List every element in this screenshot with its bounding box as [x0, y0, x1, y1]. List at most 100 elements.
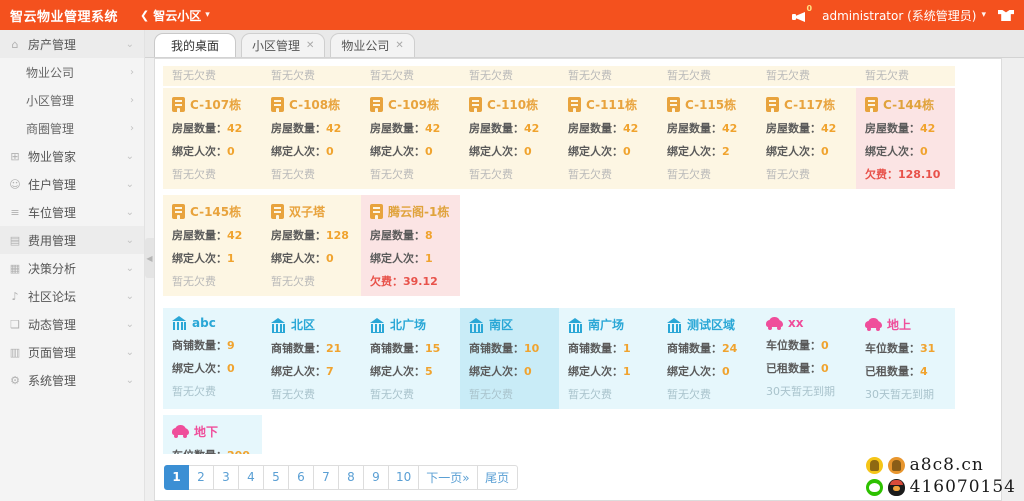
sidebar-item-10[interactable]: ❑ 动态管理 ⌄	[0, 310, 144, 338]
page-button-1[interactable]: 1	[164, 464, 189, 490]
page-button-2[interactable]: 2	[189, 464, 214, 490]
clipped-card[interactable]: 暂无欠费	[163, 66, 262, 86]
clipped-card[interactable]: 暂无欠费	[361, 66, 460, 86]
tab-2[interactable]: 物业公司 ✕	[330, 33, 415, 57]
card-title: C-108栋	[289, 98, 341, 112]
card-status: 暂无欠费	[667, 69, 711, 82]
parking-card[interactable]: xx 车位数量：0 已租数量：0 30天暂无到期	[757, 308, 856, 409]
shop-card[interactable]: 北广场 商铺数量：15 绑定人次：5 暂无欠费	[361, 308, 460, 409]
chart-icon: ▦	[9, 261, 21, 275]
page-button-3[interactable]: 3	[214, 464, 239, 490]
bind-count-value: 0	[326, 145, 334, 158]
card-title: 地下	[194, 425, 219, 439]
card-title: C-144栋	[883, 98, 935, 112]
sidebar-item-12[interactable]: ⚙ 系统管理 ⌄	[0, 366, 144, 394]
shop-count-value: 15	[425, 342, 441, 355]
house-count-value: 42	[623, 122, 639, 135]
page-button-5[interactable]: 5	[264, 464, 289, 490]
money-icon: ▤	[9, 233, 21, 247]
parking-card[interactable]: 地下车位数量：200已租数量：030天暂无到期	[163, 415, 262, 454]
shop-card[interactable]: 南区 商铺数量：10 绑定人次：0 暂无欠费	[460, 308, 559, 409]
bind-count-label: 绑定人次	[370, 365, 414, 378]
sidebar-item-11[interactable]: ▥ 页面管理 ⌄	[0, 338, 144, 366]
bind-count-label: 绑定人次	[271, 252, 315, 265]
sidebar-item-4[interactable]: ⊞ 物业管家 ⌄	[0, 142, 144, 170]
sidebar-item-0[interactable]: ⌂ 房产管理 ⌄	[0, 30, 144, 58]
last-page-button[interactable]: 尾页	[477, 464, 518, 490]
house-count-line: 房屋数量：8	[370, 229, 433, 242]
megaphone-icon[interactable]: 0	[792, 5, 812, 23]
sidebar-item-label: 房产管理	[28, 37, 77, 52]
sidebar-item-2[interactable]: 小区管理 ›	[0, 86, 144, 114]
car-icon	[766, 316, 783, 330]
card-title-row: 南区	[469, 316, 550, 333]
close-icon[interactable]: ✕	[306, 40, 314, 51]
rented-count-value: 4	[920, 365, 928, 378]
building-card[interactable]: C-107栋 房屋数量：42 绑定人次：0 暂无欠费	[163, 88, 262, 189]
next-page-button[interactable]: 下一页»	[419, 464, 478, 490]
sidebar-item-7[interactable]: ▤ 费用管理 ⌄	[0, 226, 144, 254]
sidebar-item-8[interactable]: ▦ 决策分析 ⌄	[0, 254, 144, 282]
building-icon	[667, 97, 680, 112]
card-title: 南区	[489, 318, 514, 332]
space-count-line: 车位数量：200	[172, 447, 253, 454]
page-button-8[interactable]: 8	[339, 464, 364, 490]
shop-card[interactable]: 测试区域 商铺数量：24 绑定人次：0 暂无欠费	[658, 308, 757, 409]
card-title: C-115栋	[685, 98, 737, 112]
shop-card[interactable]: 北区 商铺数量：21 绑定人次：7 暂无欠费	[262, 308, 361, 409]
page-button-4[interactable]: 4	[239, 464, 264, 490]
clipped-card[interactable]: 暂无欠费	[757, 66, 856, 86]
building-card[interactable]: C-145栋 房屋数量：42 绑定人次：1 暂无欠费	[163, 195, 262, 296]
building-card[interactable]: C-111栋 房屋数量：42 绑定人次：0 暂无欠费	[559, 88, 658, 189]
house-count-value: 42	[524, 122, 540, 135]
bind-count-line: 绑定人次：0	[271, 145, 334, 158]
building-icon	[370, 204, 383, 219]
chevron-left-icon: ❮	[140, 8, 150, 22]
clipped-card[interactable]: 暂无欠费	[559, 66, 658, 86]
sidebar-item-5[interactable]: ☺ 住户管理 ⌄	[0, 170, 144, 198]
building-card[interactable]: C-108栋 房屋数量：42 绑定人次：0 暂无欠费	[262, 88, 361, 189]
clipped-card[interactable]: 暂无欠费	[460, 66, 559, 86]
community-selector[interactable]: ❮ 智云小区 ▾	[140, 7, 210, 24]
tab-0[interactable]: 我的桌面	[154, 33, 236, 57]
clipped-card[interactable]: 暂无欠费	[658, 66, 757, 86]
card-status: 暂无欠费	[667, 388, 711, 401]
building-card[interactable]: 腾云阁-1栋 房屋数量：8 绑定人次：1 欠费：39.12	[361, 195, 460, 296]
building-card[interactable]: C-109栋 房屋数量：42 绑定人次：0 暂无欠费	[361, 88, 460, 189]
page-button-10[interactable]: 10	[389, 464, 420, 490]
sidebar-item-9[interactable]: ♪ 社区论坛 ⌄	[0, 282, 144, 310]
clipped-card[interactable]: 暂无欠费	[856, 66, 955, 86]
building-card[interactable]: 双子塔 房屋数量：128 绑定人次：0 暂无欠费	[262, 195, 361, 296]
building-card[interactable]: C-144栋 房屋数量：42 绑定人次：0 欠费：128.10	[856, 88, 955, 189]
shirt-theme-icon[interactable]	[998, 8, 1014, 22]
user-icon: ☺	[9, 177, 21, 191]
close-icon[interactable]: ✕	[395, 40, 403, 51]
bind-count-label: 绑定人次	[568, 145, 612, 158]
page-button-9[interactable]: 9	[364, 464, 389, 490]
user-menu[interactable]: administrator (系统管理员) ▾	[822, 7, 986, 24]
sidebar-item-1[interactable]: 物业公司 ›	[0, 58, 144, 86]
bind-count-line: 绑定人次：1	[172, 252, 235, 265]
header-right-group: 0 administrator (系统管理员) ▾	[792, 5, 1024, 24]
home-icon: ⌂	[11, 37, 19, 51]
shop-card[interactable]: abc 商铺数量：9 绑定人次：0 暂无欠费	[163, 308, 262, 409]
sidebar-item-6[interactable]: ≡ 车位管理 ⌄	[0, 198, 144, 226]
clipped-card[interactable]: 暂无欠费	[262, 66, 361, 86]
building-card[interactable]: C-117栋 房屋数量：42 绑定人次：0 暂无欠费	[757, 88, 856, 189]
building-card[interactable]: C-115栋 房屋数量：42 绑定人次：2 暂无欠费	[658, 88, 757, 189]
page-button-7[interactable]: 7	[314, 464, 339, 490]
page-button-6[interactable]: 6	[289, 464, 314, 490]
bind-count-value: 0	[722, 365, 730, 378]
bind-count-value: 0	[227, 362, 235, 375]
sidebar-item-3[interactable]: 商圈管理 ›	[0, 114, 144, 142]
shop-card[interactable]: 南广场 商铺数量：1 绑定人次：1 暂无欠费	[559, 308, 658, 409]
bind-count-value: 1	[623, 365, 631, 378]
building-card[interactable]: C-110栋 房屋数量：42 绑定人次：0 暂无欠费	[460, 88, 559, 189]
parking-card[interactable]: 地上 车位数量：31 已租数量：4 30天暂无到期	[856, 308, 955, 409]
shop-count-label: 商铺数量	[469, 342, 513, 355]
card-title-row: C-111栋	[568, 96, 649, 113]
space-count-label: 车位数量	[766, 339, 810, 352]
sidebar-collapse-handle[interactable]: ◀	[145, 238, 154, 278]
chevron-down-icon: ⌄	[125, 290, 134, 302]
tab-1[interactable]: 小区管理 ✕	[241, 33, 326, 57]
